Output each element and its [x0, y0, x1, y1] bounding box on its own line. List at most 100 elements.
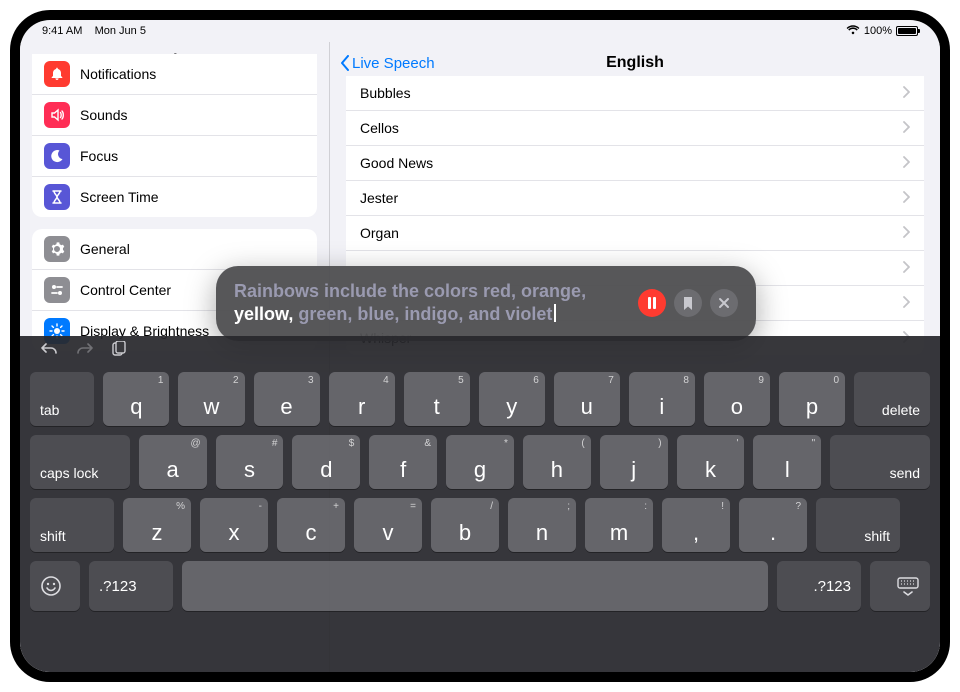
key-s[interactable]: #s	[216, 435, 284, 489]
key-h[interactable]: (h	[523, 435, 591, 489]
key-e[interactable]: 3e	[254, 372, 320, 426]
chevron-right-icon	[902, 225, 910, 241]
text-cursor	[554, 304, 556, 322]
sidebar-item-general[interactable]: General	[32, 229, 317, 270]
key-tab[interactable]: tab	[30, 372, 94, 426]
key-p[interactable]: 0p	[779, 372, 845, 426]
voice-label: Organ	[360, 225, 399, 241]
key-c[interactable]: +c	[277, 498, 345, 552]
key-caps lock[interactable]: caps lock	[30, 435, 130, 489]
back-button[interactable]: Live Speech	[340, 55, 606, 72]
bell-icon	[44, 61, 70, 87]
hourglass-icon	[44, 184, 70, 210]
key-shift[interactable]: shift	[30, 498, 114, 552]
sidebar-item-screen-time[interactable]: Screen Time	[32, 177, 317, 217]
key-a[interactable]: @a	[139, 435, 207, 489]
paste-button[interactable]	[112, 341, 126, 362]
key-d[interactable]: $d	[292, 435, 360, 489]
key-k[interactable]: 'k	[677, 435, 745, 489]
bookmark-button[interactable]	[674, 289, 702, 317]
key-x[interactable]: -x	[200, 498, 268, 552]
redo-button[interactable]	[76, 342, 94, 361]
sidebar-item-sounds[interactable]: Sounds	[32, 95, 317, 136]
wifi-icon	[846, 25, 860, 38]
sidebar-item-focus[interactable]: Focus	[32, 136, 317, 177]
key-.?123[interactable]: .?123	[777, 561, 861, 611]
voice-row[interactable]: Bubbles	[346, 76, 924, 111]
moon-icon	[44, 143, 70, 169]
live-speech-bubble[interactable]: Rainbows include the colors red, orange,…	[216, 266, 756, 341]
key-i[interactable]: 8i	[629, 372, 695, 426]
emoji-icon	[40, 575, 62, 597]
key-q[interactable]: 1q	[103, 372, 169, 426]
key-m[interactable]: :m	[585, 498, 653, 552]
sidebar-item-label: Screen Time	[80, 189, 159, 205]
key-l[interactable]: "l	[753, 435, 821, 489]
screen: 9:41 AM Mon Jun 5 100% Settings Notifica…	[20, 20, 940, 672]
key-space[interactable]	[182, 561, 768, 611]
key-.[interactable]: ?.	[739, 498, 807, 552]
key-g[interactable]: *g	[446, 435, 514, 489]
close-button[interactable]	[710, 289, 738, 317]
battery-pct: 100%	[864, 25, 892, 37]
detail-title: English	[606, 54, 664, 72]
chevron-right-icon	[902, 295, 910, 311]
key-o[interactable]: 9o	[704, 372, 770, 426]
chevron-right-icon	[902, 85, 910, 101]
key-.?123[interactable]: .?123	[89, 561, 173, 611]
key-f[interactable]: &f	[369, 435, 437, 489]
voice-label: Cellos	[360, 120, 399, 136]
chevron-right-icon	[902, 155, 910, 171]
ipad-frame: 9:41 AM Mon Jun 5 100% Settings Notifica…	[10, 10, 950, 682]
pending-text: green, blue, indigo, and violet	[293, 304, 552, 324]
key-v[interactable]: =v	[354, 498, 422, 552]
sidebar-item-label: General	[80, 241, 130, 257]
key-send[interactable]: send	[830, 435, 930, 489]
emoji-key[interactable]	[30, 561, 80, 611]
pause-button[interactable]	[638, 289, 666, 317]
key-t[interactable]: 5t	[404, 372, 470, 426]
back-label: Live Speech	[352, 55, 435, 72]
keyboard-hide-icon	[896, 576, 920, 596]
status-right: 100%	[846, 25, 918, 38]
key-z[interactable]: %z	[123, 498, 191, 552]
gear-icon	[44, 236, 70, 262]
pause-icon	[647, 297, 657, 309]
voice-row[interactable]: Good News	[346, 146, 924, 181]
key-j[interactable]: )j	[600, 435, 668, 489]
undo-button[interactable]	[40, 342, 58, 361]
switches-icon	[44, 277, 70, 303]
chevron-right-icon	[902, 120, 910, 136]
dismiss-keyboard-key[interactable]	[870, 561, 930, 611]
voice-row[interactable]: Organ	[346, 216, 924, 251]
sidebar-item-label: Notifications	[80, 66, 156, 82]
voice-row[interactable]: Jester	[346, 181, 924, 216]
live-speech-text[interactable]: Rainbows include the colors red, orange,…	[234, 280, 626, 327]
key-y[interactable]: 6y	[479, 372, 545, 426]
keyboard-toolbar	[20, 336, 940, 366]
key-shift[interactable]: shift	[816, 498, 900, 552]
speaker-icon	[44, 102, 70, 128]
key-,[interactable]: !,	[662, 498, 730, 552]
battery-icon	[896, 26, 918, 36]
chevron-right-icon	[902, 190, 910, 206]
key-b[interactable]: /b	[431, 498, 499, 552]
voice-label: Bubbles	[360, 85, 411, 101]
sidebar-item-notifications[interactable]: Notifications	[32, 54, 317, 95]
key-r[interactable]: 4r	[329, 372, 395, 426]
bubble-controls	[638, 289, 738, 317]
sidebar-item-label: Focus	[80, 148, 118, 164]
sidebar-item-label: Control Center	[80, 282, 171, 298]
chevron-left-icon	[340, 55, 350, 71]
key-w[interactable]: 2w	[178, 372, 244, 426]
status-bar: 9:41 AM Mon Jun 5 100%	[20, 20, 940, 42]
key-delete[interactable]: delete	[854, 372, 930, 426]
status-date: Mon Jun 5	[95, 25, 146, 37]
key-n[interactable]: ;n	[508, 498, 576, 552]
status-left: 9:41 AM Mon Jun 5	[42, 25, 146, 37]
voice-row[interactable]: Cellos	[346, 111, 924, 146]
key-u[interactable]: 7u	[554, 372, 620, 426]
keyboard[interactable]: tab1q2w3e4r5t6y7u8i9o0pdelete caps lock@…	[20, 336, 940, 672]
chevron-right-icon	[902, 260, 910, 276]
bookmark-icon	[683, 297, 693, 310]
